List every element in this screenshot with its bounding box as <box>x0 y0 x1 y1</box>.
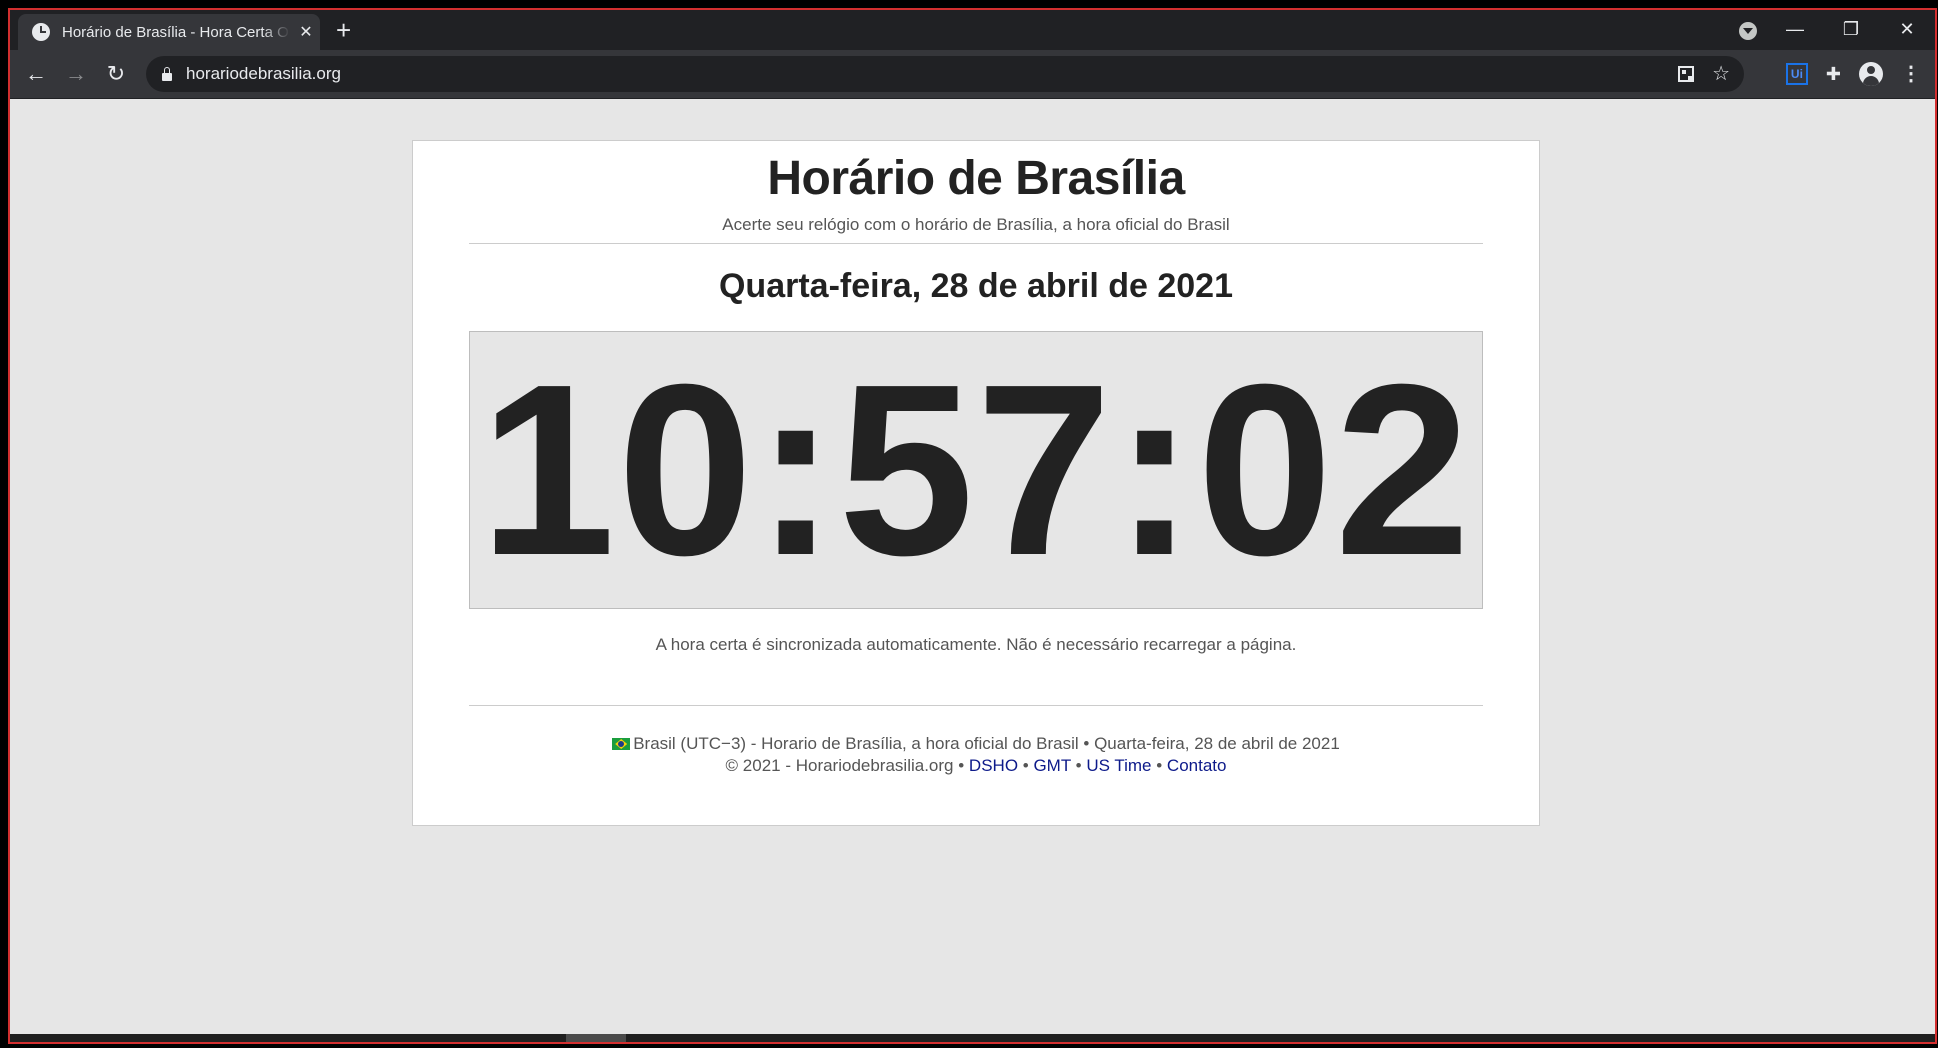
footer-link-gmt[interactable]: GMT <box>1033 756 1070 775</box>
forward-arrow-icon[interactable]: → <box>60 58 92 90</box>
footer-timezone-line: Brasil (UTC−3) - Horario de Brasília, a … <box>413 734 1539 754</box>
address-bar[interactable]: horariodebrasilia.org ☆ <box>146 56 1744 92</box>
reload-icon[interactable]: ↻ <box>100 58 132 90</box>
browser-tab-active[interactable]: Horário de Brasília - Hora Certa O ✕ <box>18 14 320 50</box>
omnibox-actions: ☆ <box>1678 56 1730 92</box>
footer-link-dsho[interactable]: DSHO <box>969 756 1018 775</box>
window-close-button[interactable]: ✕ <box>1879 14 1935 44</box>
footer-separator: • <box>1018 756 1034 775</box>
brazil-flag-icon <box>612 738 631 750</box>
taskbar-active-app[interactable] <box>566 1034 626 1042</box>
browser-tabbar: Horário de Brasília - Hora Certa O ✕ + —… <box>10 10 1935 50</box>
content-card: Horário de Brasília Acerte seu relógio c… <box>412 140 1540 826</box>
url-text[interactable]: horariodebrasilia.org <box>186 64 341 84</box>
extensions-puzzle-icon[interactable]: ✚ <box>1826 64 1841 85</box>
page-subtitle: Acerte seu relógio com o horário de Bras… <box>722 215 1230 234</box>
footer-link-contato[interactable]: Contato <box>1167 756 1227 775</box>
page-viewport: Horário de Brasília Acerte seu relógio c… <box>10 99 1935 1042</box>
divider-top <box>469 243 1483 244</box>
footer-separator: • <box>1070 756 1087 775</box>
ui-extension-icon[interactable]: Ui <box>1785 63 1808 85</box>
screen: Horário de Brasília - Hora Certa O ✕ + —… <box>8 8 1937 1044</box>
qr-code-icon[interactable] <box>1678 66 1695 82</box>
extensions-area: Ui ✚ ⋮ <box>1785 50 1935 98</box>
footer-copyright: © 2021 - Horariodebrasilia.org <box>725 756 954 775</box>
taskbar-strip <box>10 1034 1935 1042</box>
profile-avatar-icon[interactable] <box>1859 62 1883 86</box>
clock-display: 10:57:02 <box>469 331 1483 609</box>
footer-separator: • <box>953 756 969 775</box>
browser-toolbar: ← → ↻ horariodebrasilia.org ☆ Ui ✚ ⋮ <box>10 50 1935 99</box>
window-maximize-button[interactable]: ❐ <box>1823 14 1879 44</box>
divider-bottom <box>469 705 1483 706</box>
footer-separator: • <box>1151 756 1167 775</box>
window-minimize-button[interactable]: — <box>1767 14 1823 44</box>
footer-link-us-time[interactable]: US Time <box>1086 756 1151 775</box>
lock-icon[interactable] <box>162 66 172 81</box>
current-date: Quarta-feira, 28 de abril de 2021 <box>718 267 1234 305</box>
page-title: Horário de Brasília <box>767 152 1185 205</box>
tab-title: Horário de Brasília - Hora Certa O <box>62 23 289 41</box>
new-tab-button[interactable]: + <box>336 16 351 44</box>
clock-favicon-icon <box>32 23 50 41</box>
browser-menu-icon[interactable]: ⋮ <box>1901 64 1921 84</box>
sync-note: A hora certa é sincronizada automaticame… <box>655 635 1297 654</box>
footer-timezone-text: Brasil (UTC−3) - Horario de Brasília, a … <box>633 734 1340 753</box>
tab-search-icon[interactable] <box>1739 22 1757 40</box>
back-arrow-icon[interactable]: ← <box>20 58 52 90</box>
footer-links-line: © 2021 - Horariodebrasilia.org • DSHO • … <box>413 756 1539 776</box>
bookmark-star-icon[interactable]: ☆ <box>1712 64 1730 84</box>
clock-time: 10:57:02 <box>479 333 1473 606</box>
tab-close-icon[interactable]: ✕ <box>296 22 316 42</box>
